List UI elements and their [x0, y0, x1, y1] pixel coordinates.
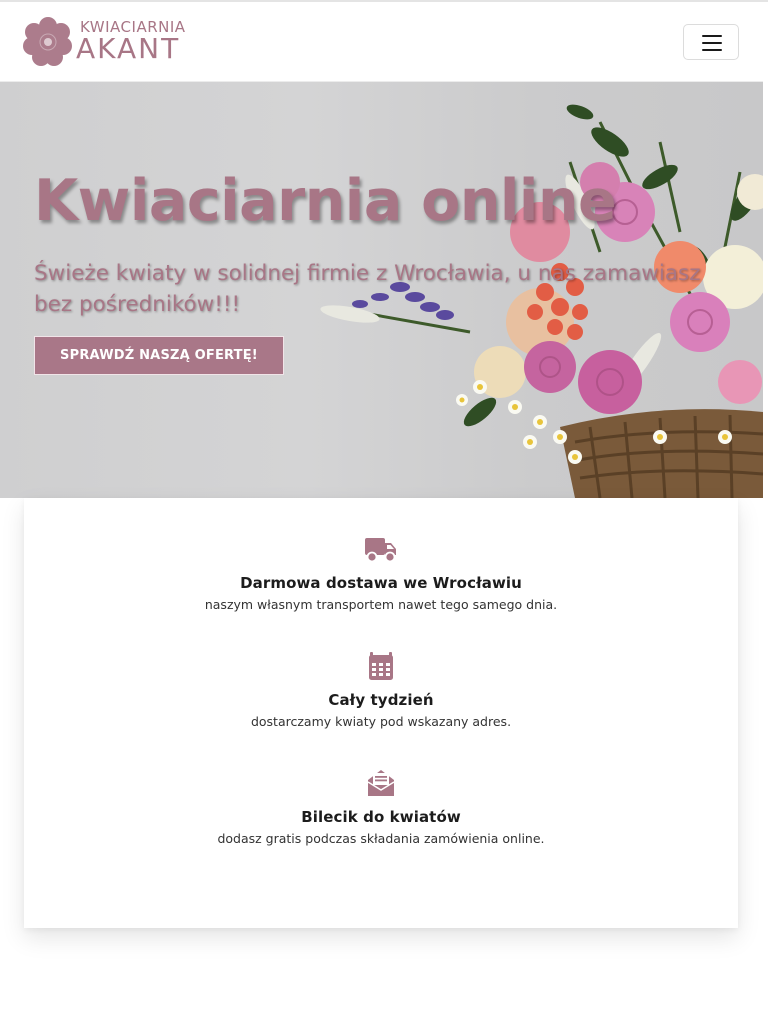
feature-title: Cały tydzień: [328, 691, 434, 709]
feature-title: Bilecik do kwiatów: [301, 808, 461, 826]
features-card: Darmowa dostawa we Wrocławiu naszym włas…: [24, 498, 738, 928]
hero-subtitle: Świeże kwiaty w solidnej firmie z Wrocła…: [34, 261, 701, 317]
feature-item: Cały tydzień dostarczamy kwiaty pod wska…: [24, 651, 738, 729]
feature-text: dodasz gratis podczas składania zamówien…: [217, 831, 545, 846]
brand-logo-link[interactable]: KWIACIARNIA AKANT: [22, 15, 216, 67]
hamburger-menu-icon: [702, 35, 722, 37]
feature-item: Bilecik do kwiatów dodasz gratis podczas…: [24, 768, 738, 846]
hero-title: Kwiaciarnia online: [34, 168, 617, 234]
calendar-icon: [369, 652, 393, 680]
feature-text: dostarczamy kwiaty pod wskazany adres.: [250, 714, 512, 729]
feature-title: Darmowa dostawa we Wrocławiu: [240, 574, 522, 592]
navbar: KWIACIARNIA AKANT: [0, 2, 763, 82]
check-offer-button[interactable]: SPRAWDŹ NASZĄ OFERTĘ!: [34, 336, 284, 375]
brand-big-text: AKANT: [76, 32, 181, 65]
feature-text: naszym własnym transportem nawet tego sa…: [204, 597, 558, 612]
feature-item: Darmowa dostawa we Wrocławiu naszym włas…: [24, 534, 738, 612]
menu-toggle-button[interactable]: [683, 24, 739, 60]
hero-section: Kwiaciarnia online Świeże kwiaty w solid…: [0, 82, 763, 498]
flower-logo-icon: [23, 17, 72, 66]
envelope-open-text-icon: [367, 770, 395, 796]
brand-wordmark: KWIACIARNIA AKANT: [76, 15, 216, 67]
delivery-truck-icon: [365, 538, 396, 563]
